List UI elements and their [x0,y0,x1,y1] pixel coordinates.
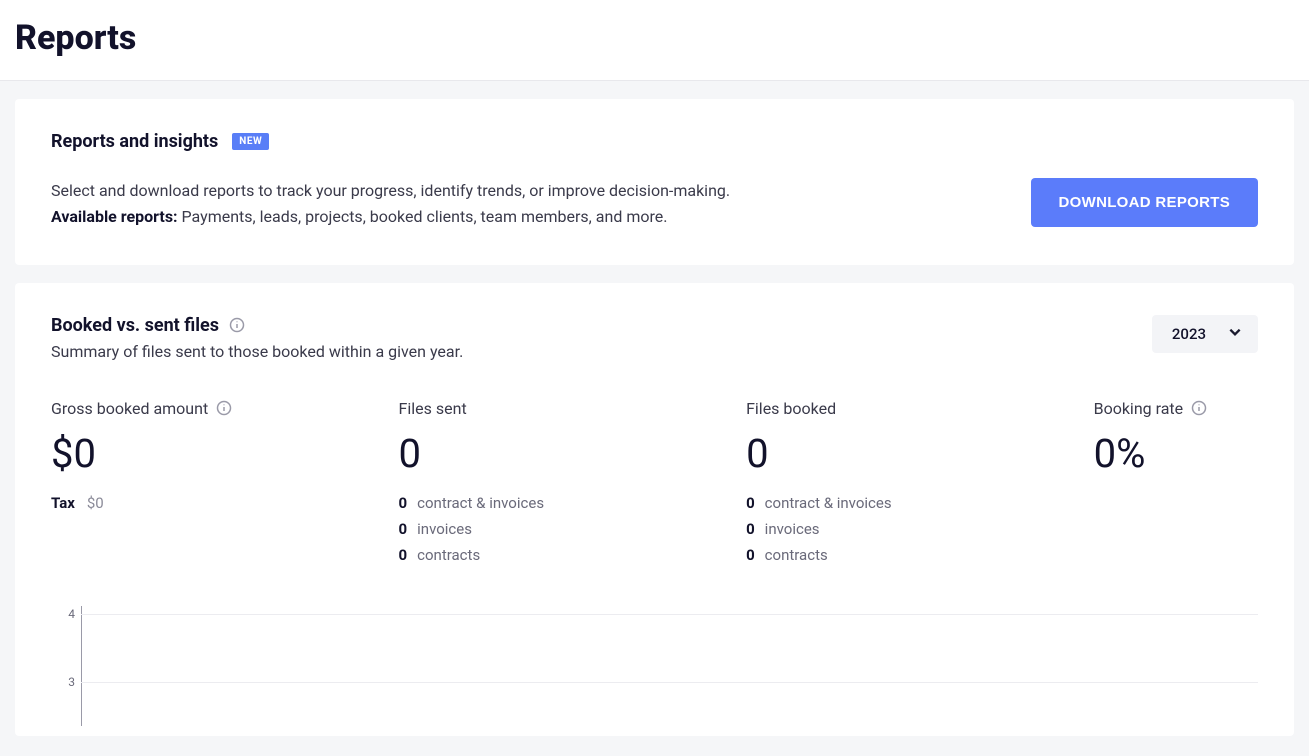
download-reports-button[interactable]: DOWNLOAD REPORTS [1031,178,1258,227]
new-badge: NEW [232,133,269,150]
metric-gross-tax: Tax $0 [51,494,387,512]
metric-rate: Booking rate 0% [1094,399,1287,572]
metric-rate-label-text: Booking rate [1094,399,1184,418]
metric-booked-label: Files booked [746,399,1082,418]
info-icon[interactable] [216,400,232,416]
page-header: Reports [0,0,1309,81]
metric-sent-row-1: 0 invoices [399,520,735,538]
insights-card: Reports and insights NEW Select and down… [15,99,1294,265]
count: 0 [399,546,408,564]
metric-booked-row-1: 0 invoices [746,520,1082,538]
metrics-row: Gross booked amount $0 Tax $0 Files sent… [51,399,1258,572]
metric-booked-row-2: 0 contracts [746,546,1082,564]
count: 0 [746,494,755,512]
name: contracts [417,546,480,564]
chart-gridline-3 [81,682,1258,683]
info-icon[interactable] [229,317,245,333]
tax-label: Tax [51,494,75,512]
page-title: Reports [15,18,1294,58]
count: 0 [746,546,755,564]
booked-header: Booked vs. sent files Summary of files s… [51,315,1258,361]
metric-gross: Gross booked amount $0 Tax $0 [51,399,387,572]
tax-value: $0 [87,494,104,512]
metric-sent-row-0: 0 contract & invoices [399,494,735,512]
metric-sent-row-2: 0 contracts [399,546,735,564]
name: contract & invoices [417,494,544,512]
insights-line1: Select and download reports to track you… [51,178,730,204]
name: contract & invoices [765,494,892,512]
insights-header: Reports and insights NEW [51,131,1258,152]
chevron-down-icon [1228,325,1242,343]
metric-gross-label-text: Gross booked amount [51,399,208,418]
chart-ytick-4: 4 [51,607,75,621]
metric-sent-value: 0 [399,432,735,476]
count: 0 [746,520,755,538]
name: invoices [765,520,820,538]
insights-line2: Available reports: Payments, leads, proj… [51,204,730,230]
metric-sent-label: Files sent [399,399,735,418]
name: invoices [417,520,472,538]
content: Reports and insights NEW Select and down… [0,99,1309,736]
booked-heading: Booked vs. sent files [51,315,463,336]
booked-titles: Booked vs. sent files Summary of files s… [51,315,463,361]
metric-rate-value: 0% [1094,432,1287,476]
metric-booked-row-0: 0 contract & invoices [746,494,1082,512]
metric-gross-label: Gross booked amount [51,399,387,418]
chart-gridline-4 [81,614,1258,615]
booked-heading-text: Booked vs. sent files [51,315,219,336]
chart-y-axis [81,606,82,726]
insights-text: Select and download reports to track you… [51,178,730,231]
year-selected: 2023 [1172,325,1206,343]
metric-rate-label: Booking rate [1094,399,1287,418]
chart-ytick-3: 3 [51,675,75,689]
count: 0 [399,520,408,538]
booked-card: Booked vs. sent files Summary of files s… [15,283,1294,736]
info-icon[interactable] [1191,400,1207,416]
metric-gross-value: $0 [51,432,387,476]
year-select[interactable]: 2023 [1152,315,1258,353]
name: contracts [765,546,828,564]
chart-area: 4 3 [51,606,1258,726]
metric-booked-value: 0 [746,432,1082,476]
metric-booked: Files booked 0 0 contract & invoices 0 inv… [746,399,1082,572]
insights-body: Select and download reports to track you… [51,178,1258,231]
available-label: Available reports: [51,207,178,226]
metric-sent: Files sent 0 0 contract & invoices 0 invoi… [399,399,735,572]
booked-subtitle: Summary of files sent to those booked wi… [51,342,463,361]
available-text: Payments, leads, projects, booked client… [178,207,668,226]
insights-heading: Reports and insights [51,131,218,152]
count: 0 [399,494,408,512]
